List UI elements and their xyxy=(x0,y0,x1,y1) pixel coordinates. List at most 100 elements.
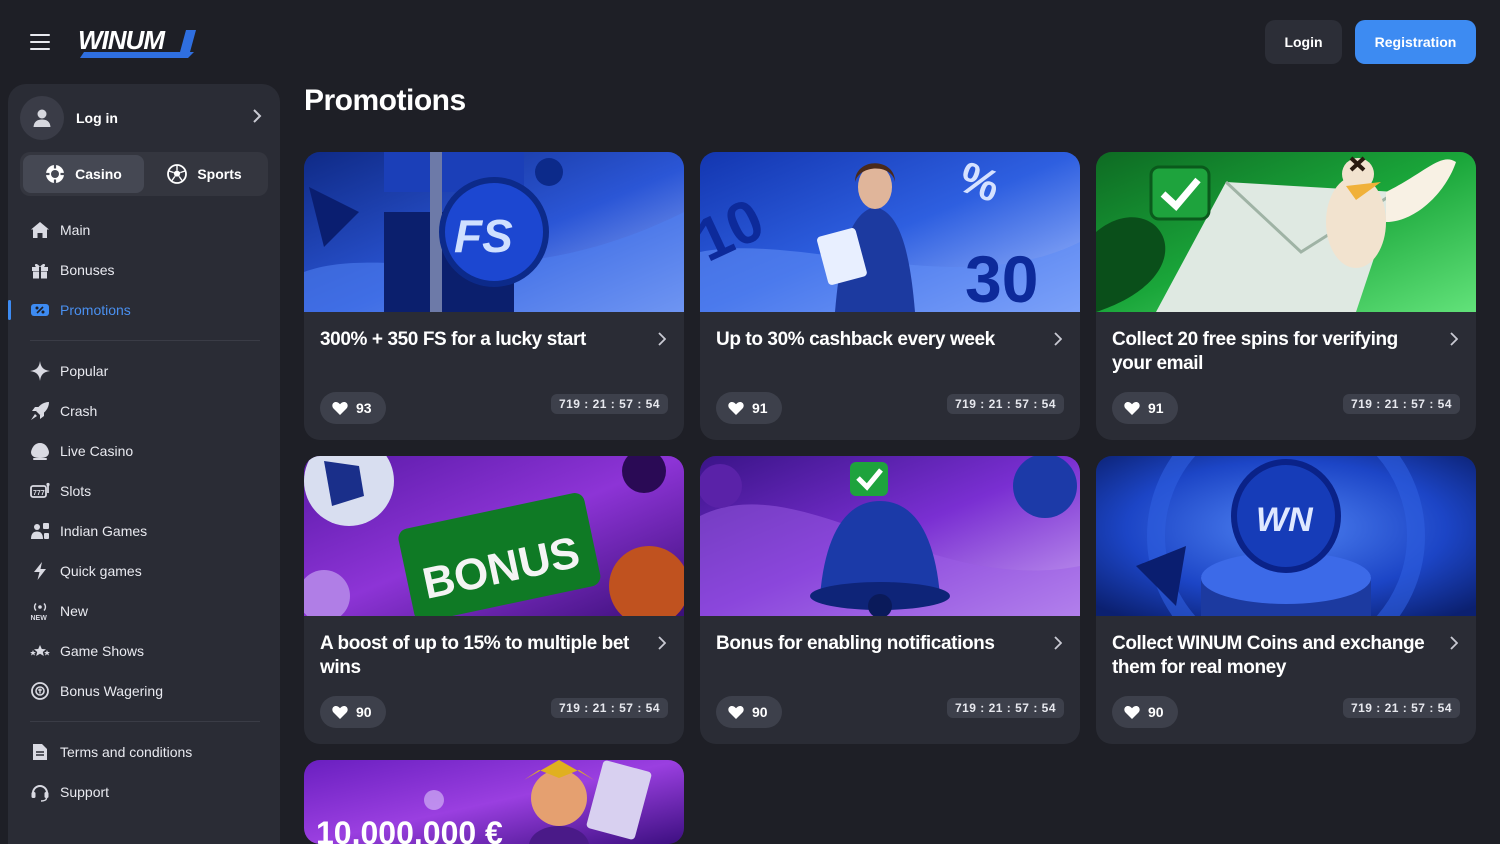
game-shows-icon xyxy=(30,641,50,661)
heart-icon xyxy=(332,705,348,719)
banner-text: FS xyxy=(454,210,513,262)
promo-title: Up to 30% cashback every week xyxy=(716,329,995,350)
countdown-timer: 719 : 21 : 57 : 54 xyxy=(550,698,668,718)
promo-banner-image: 10 30 % xyxy=(700,152,1080,312)
countdown-timer: 719 : 21 : 57 : 54 xyxy=(1342,394,1460,414)
nav-item-bonuses[interactable]: Bonuses xyxy=(8,250,280,290)
nav-item-label: Popular xyxy=(60,363,109,379)
like-count: 91 xyxy=(752,400,768,416)
winum-logo[interactable]: WINUM xyxy=(76,22,198,60)
banner-text: WN xyxy=(1256,501,1314,539)
nav-item-label: Promotions xyxy=(60,302,131,318)
rocket-icon xyxy=(30,401,50,421)
sidebar: Log in Casino Sports Main Bonuses Promot… xyxy=(8,84,280,844)
nav-item-terms[interactable]: Terms and conditions xyxy=(8,732,280,772)
nav-item-label: Support xyxy=(60,784,110,800)
like-button[interactable]: 90 xyxy=(320,696,386,728)
primary-nav: Main Bonuses Promotions xyxy=(8,210,280,330)
like-count: 90 xyxy=(1148,704,1164,720)
sports-tab-label: Sports xyxy=(197,166,242,182)
promo-banner-image: BONUS xyxy=(304,456,684,616)
wagering-icon xyxy=(30,681,50,701)
nav-item-new[interactable]: NEW New xyxy=(8,591,280,631)
countdown-timer: 719 : 21 : 57 : 54 xyxy=(946,394,1064,414)
casino-sports-switch: Casino Sports xyxy=(20,152,268,196)
promo-card[interactable]: FS 300% + 350 FS for a lucky start 93 71… xyxy=(304,152,684,440)
lightning-icon xyxy=(30,561,50,581)
like-count: 93 xyxy=(356,400,372,416)
menu-icon[interactable] xyxy=(30,34,50,50)
nav-item-label: Indian Games xyxy=(60,523,148,539)
login-button[interactable]: Login xyxy=(1265,20,1342,64)
nav-item-crash[interactable]: Crash xyxy=(8,391,280,431)
heart-icon xyxy=(332,401,348,415)
chevron-right-icon xyxy=(1450,332,1459,351)
nav-item-label: Crash xyxy=(60,403,98,419)
svg-text:NEW: NEW xyxy=(31,615,48,621)
nav-item-bonus-wagering[interactable]: Bonus Wagering xyxy=(8,671,280,711)
games-nav: Popular Crash Live Casino 777 Slots Indi… xyxy=(8,351,280,711)
nav-item-indian-games[interactable]: Indian Games xyxy=(8,511,280,551)
chevron-right-icon xyxy=(658,332,667,351)
nav-item-live-casino[interactable]: Live Casino xyxy=(8,431,280,471)
like-button[interactable]: 91 xyxy=(716,392,782,424)
promo-banner-image: 10.000.000 € xyxy=(304,760,684,844)
nav-item-main[interactable]: Main xyxy=(8,210,280,250)
login-label: Log in xyxy=(76,110,118,126)
nav-item-label: Terms and conditions xyxy=(60,744,193,760)
nav-item-label: Quick games xyxy=(60,563,142,579)
nav-item-game-shows[interactable]: Game Shows xyxy=(8,631,280,671)
heart-icon xyxy=(1124,401,1140,415)
promo-title: Collect WINUM Coins and exchange them fo… xyxy=(1112,633,1425,678)
footer-nav: Terms and conditions Support xyxy=(8,732,280,812)
promo-title: A boost of up to 15% to multiple bet win… xyxy=(320,633,629,678)
promo-card[interactable]: 10.000.000 € xyxy=(304,760,684,844)
nav-item-popular[interactable]: Popular xyxy=(8,351,280,391)
indian-games-icon xyxy=(30,521,50,541)
like-button[interactable]: 90 xyxy=(716,696,782,728)
home-icon xyxy=(30,220,50,240)
promo-card[interactable]: WN Collect WINUM Coins and exchange them… xyxy=(1096,456,1476,744)
promo-banner-image xyxy=(700,456,1080,616)
sparkle-icon xyxy=(30,361,50,381)
promo-banner-image xyxy=(1096,152,1476,312)
registration-button[interactable]: Registration xyxy=(1355,20,1476,64)
sports-tab[interactable]: Sports xyxy=(144,155,265,193)
casino-tab[interactable]: Casino xyxy=(23,155,144,193)
user-icon xyxy=(20,96,64,140)
slots-icon: 777 xyxy=(30,481,50,501)
promo-title: Bonus for enabling notifications xyxy=(716,633,995,654)
page-title: Promotions xyxy=(304,84,466,117)
like-button[interactable]: 90 xyxy=(1112,696,1178,728)
banner-text: 10.000.000 € xyxy=(316,815,503,844)
nav-divider xyxy=(30,721,260,722)
chevron-right-icon xyxy=(1450,636,1459,655)
like-count: 90 xyxy=(752,704,768,720)
nav-item-label: Slots xyxy=(60,483,92,499)
nav-item-support[interactable]: Support xyxy=(8,772,280,812)
promo-card[interactable]: BONUS A boost of up to 15% to multiple b… xyxy=(304,456,684,744)
like-count: 90 xyxy=(356,704,372,720)
promo-card[interactable]: Collect 20 free spins for verifying your… xyxy=(1096,152,1476,440)
promo-title: Collect 20 free spins for verifying your… xyxy=(1112,329,1398,374)
nav-item-slots[interactable]: 777 Slots xyxy=(8,471,280,511)
chevron-right-icon xyxy=(658,636,667,655)
promo-card[interactable]: 10 30 % Up to 30% cashback every week 91… xyxy=(700,152,1080,440)
promo-icon xyxy=(30,300,50,320)
nav-item-promotions[interactable]: Promotions xyxy=(8,290,280,330)
nav-item-label: Bonuses xyxy=(60,262,115,278)
like-button[interactable]: 91 xyxy=(1112,392,1178,424)
like-button[interactable]: 93 xyxy=(320,392,386,424)
promo-card[interactable]: Bonus for enabling notifications 90 719 … xyxy=(700,456,1080,744)
document-icon xyxy=(30,742,50,762)
nav-item-label: Live Casino xyxy=(60,443,134,459)
soccer-ball-icon xyxy=(167,164,188,184)
chevron-right-icon xyxy=(1054,636,1063,655)
login-row[interactable]: Log in xyxy=(20,96,268,140)
heart-icon xyxy=(728,705,744,719)
promo-banner-image: WN xyxy=(1096,456,1476,616)
top-header: WINUM Login Registration xyxy=(0,0,1500,84)
nav-item-quick-games[interactable]: Quick games xyxy=(8,551,280,591)
nav-item-label: New xyxy=(60,603,89,619)
nav-item-label: Main xyxy=(60,222,91,238)
